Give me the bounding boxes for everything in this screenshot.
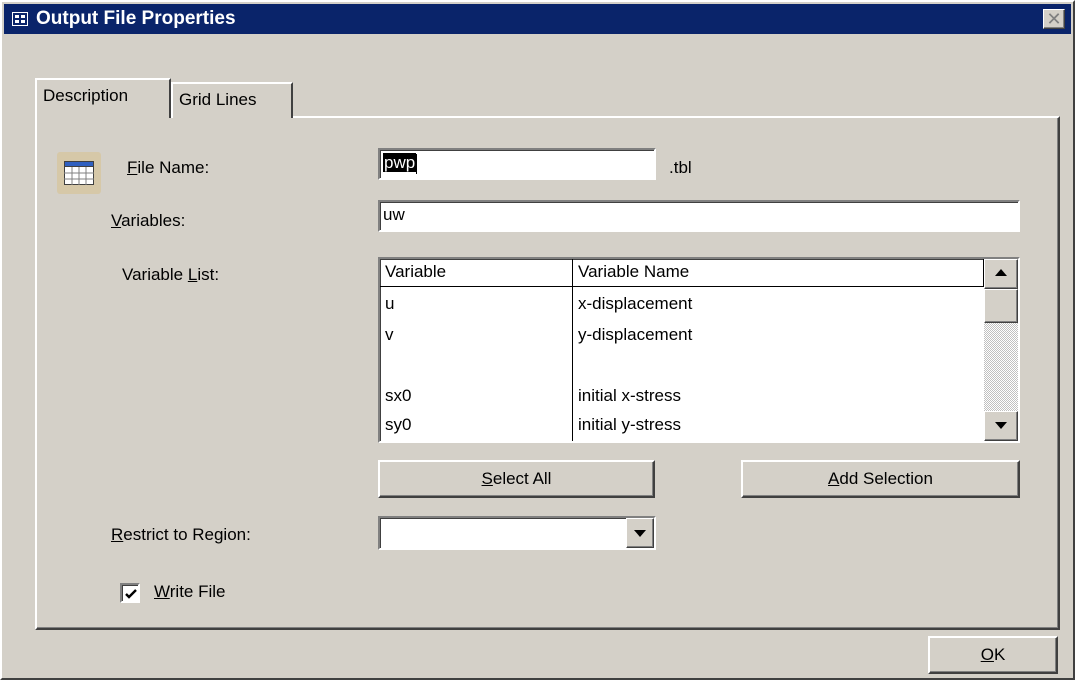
variable-list-label: Variable List: — [122, 265, 220, 284]
variable-list[interactable]: Variable Variable Name u x-displacement … — [378, 257, 1020, 443]
ok-button[interactable]: OK — [928, 636, 1058, 674]
file-name-value: pwp — [383, 153, 417, 172]
scroll-down-button[interactable] — [984, 411, 1018, 441]
scroll-up-icon — [995, 269, 1007, 276]
restrict-region-label: Restrict to Region: — [111, 525, 251, 544]
cell-variable: sx0 — [385, 386, 412, 405]
tab-description[interactable]: Description — [35, 78, 171, 118]
cell-variable-name — [573, 354, 578, 380]
add-selection-button[interactable]: Add Selection — [741, 460, 1020, 498]
scroll-thumb[interactable] — [984, 289, 1018, 323]
cell-variable: sy0 — [385, 415, 412, 434]
window-title: Output File Properties — [36, 8, 236, 29]
file-extension-label: .tbl — [669, 158, 692, 177]
cell-variable: v — [385, 325, 394, 344]
write-file-label[interactable]: Write File — [154, 581, 225, 603]
restrict-region-select[interactable] — [378, 516, 656, 550]
tab-description-label: Description — [43, 86, 129, 105]
variables-input[interactable]: uw — [378, 200, 1020, 232]
variables-value: uw — [383, 205, 405, 224]
write-file-checkbox[interactable] — [120, 583, 140, 603]
column-header-variable-name[interactable]: Variable Name — [573, 259, 984, 287]
tab-grid-lines-label: Grid Lines — [179, 90, 257, 109]
file-name-label: File Name: — [127, 158, 210, 177]
checkmark-icon — [125, 589, 137, 599]
variables-label: Variables: — [111, 211, 186, 230]
cell-variable — [380, 354, 385, 380]
column-header-variable[interactable]: Variable — [380, 259, 573, 287]
dropdown-arrow-icon — [634, 530, 646, 537]
table-icon — [57, 152, 101, 194]
cell-variable-name: initial x-stress — [578, 386, 681, 405]
vertical-scrollbar[interactable] — [984, 259, 1018, 441]
close-icon: ✕ — [1046, 9, 1062, 29]
file-name-input[interactable]: pwp — [378, 148, 656, 180]
tab-grid-lines[interactable]: Grid Lines — [171, 82, 293, 118]
scroll-up-button[interactable] — [984, 259, 1018, 289]
app-icon — [12, 12, 28, 26]
cell-variable-name: y-displacement — [578, 325, 693, 344]
scroll-down-icon — [995, 422, 1007, 429]
close-button[interactable]: ✕ — [1043, 9, 1065, 29]
title-bar[interactable]: Output File Properties ✕ — [4, 4, 1071, 34]
dialog-window: Output File Properties ✕ Description Gri… — [0, 0, 1075, 680]
cell-variable-name: initial y-stress — [578, 415, 681, 434]
cell-variable-name: x-displacement — [578, 294, 693, 313]
cell-variable: u — [385, 294, 395, 313]
select-all-button[interactable]: Select All — [378, 460, 655, 498]
dropdown-button[interactable] — [626, 518, 654, 548]
